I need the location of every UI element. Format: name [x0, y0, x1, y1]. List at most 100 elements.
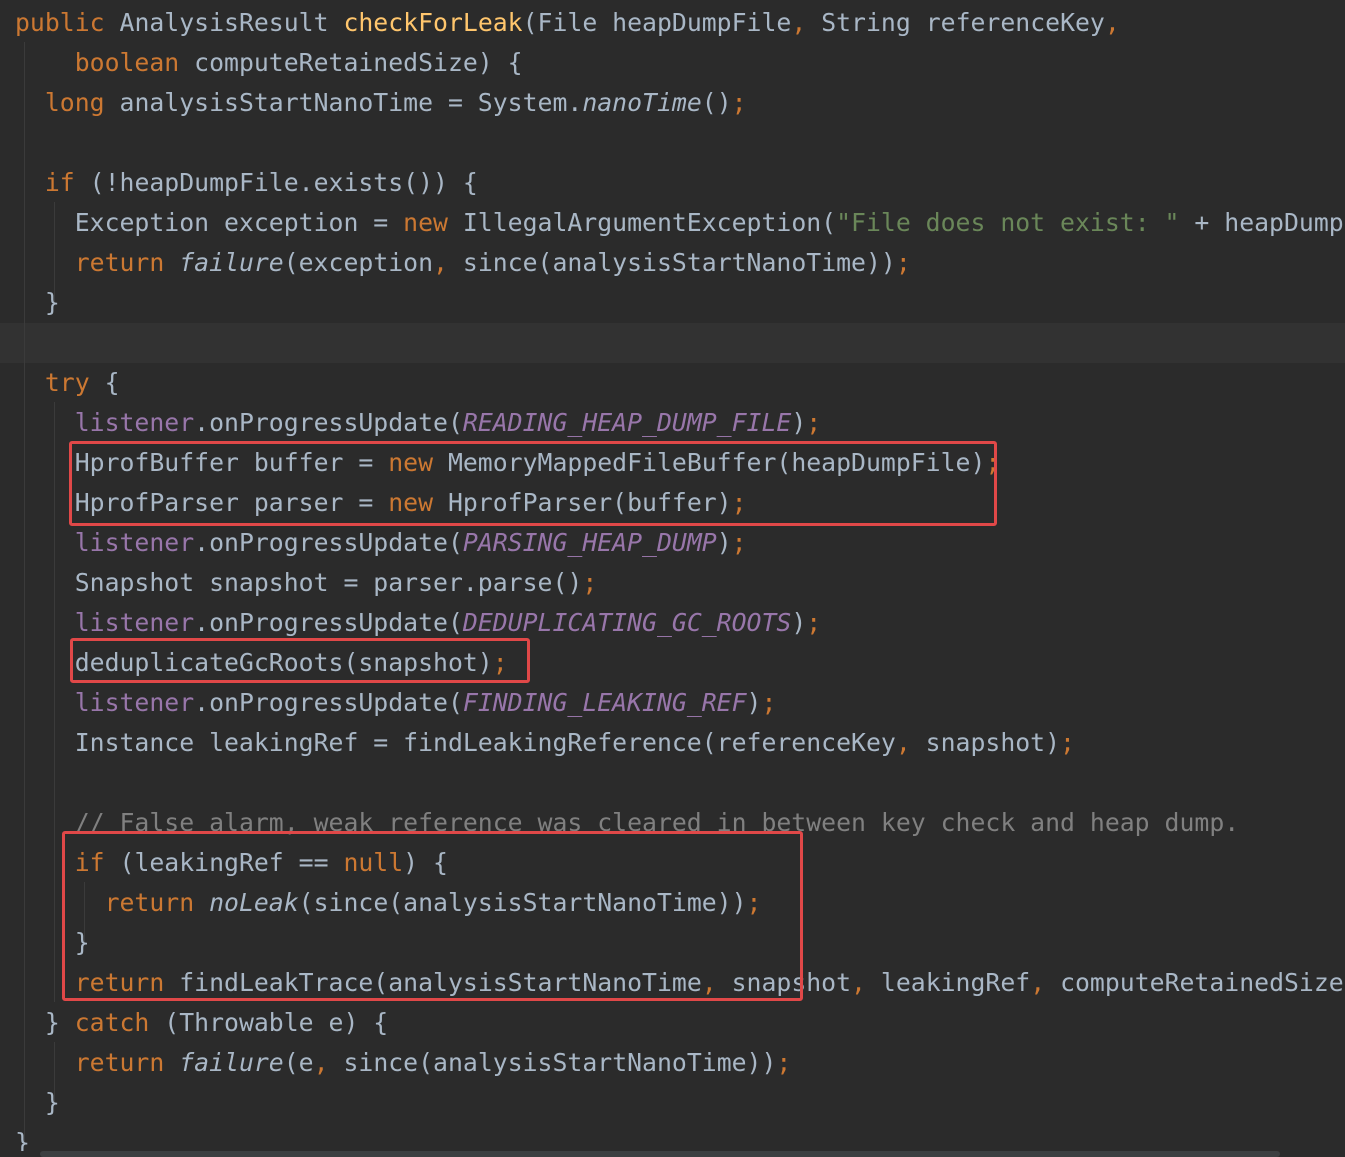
code-line[interactable]: listener.onProgressUpdate(READING_HEAP_D…: [0, 403, 1345, 443]
keyword-token: public: [15, 8, 120, 37]
field-token: listener: [74, 688, 195, 717]
code-text: (): [701, 88, 732, 117]
keyword-token: new: [403, 208, 463, 237]
code-text: leakingRef: [880, 968, 1031, 997]
string-literal-token: "File does not exist: ": [836, 208, 1195, 237]
indent-guide: [54, 202, 55, 302]
code-line[interactable]: listener.onProgressUpdate(FINDING_LEAKIN…: [0, 683, 1345, 723]
keyword-token: ;: [746, 888, 762, 917]
code-text: computeRetainedSize) {: [194, 48, 523, 77]
code-line[interactable]: }: [0, 283, 1345, 323]
keyword-token: ;: [985, 448, 1001, 477]
code-line[interactable]: Exception exception = new IllegalArgumen…: [0, 203, 1345, 243]
keyword-token: return: [104, 888, 210, 917]
code-text: analysisStartNanoTime = System.: [119, 88, 583, 117]
static-call-token: nanoTime: [582, 88, 702, 117]
code-line[interactable]: return noLeak(since(analysisStartNanoTim…: [0, 883, 1345, 923]
code-text: since(analysisStartNanoTime)): [343, 1048, 777, 1077]
indent-guide: [54, 402, 55, 1002]
code-line[interactable]: deduplicateGcRoots(snapshot);: [0, 643, 1345, 683]
code-text: deduplicateGcRoots(snapshot): [15, 648, 493, 677]
scrollbar-thumb[interactable]: [40, 1151, 1280, 1157]
code-line[interactable]: public AnalysisResult checkForLeak(File …: [0, 3, 1345, 43]
keyword-token: ;: [582, 568, 598, 597]
code-line[interactable]: try {: [0, 363, 1345, 403]
code-line[interactable]: listener.onProgressUpdate(PARSING_HEAP_D…: [0, 523, 1345, 563]
keyword-token: ;: [731, 488, 747, 517]
code-line[interactable]: return failure(exception, since(analysis…: [0, 243, 1345, 283]
code-text: (File heapDumpFile: [522, 8, 792, 37]
code-text: Snapshot snapshot = parser.parse(): [15, 568, 583, 597]
code-text: since(analysisStartNanoTime)): [462, 248, 896, 277]
code-text: (since(analysisStartNanoTime)): [298, 888, 747, 917]
keyword-token: ,: [791, 8, 822, 37]
code-line[interactable]: }: [0, 1083, 1345, 1123]
indent-guide: [84, 882, 85, 942]
code-text: ): [746, 688, 762, 717]
keyword-token: ,: [701, 968, 732, 997]
keyword-token: ;: [761, 688, 777, 717]
code-line[interactable]: long analysisStartNanoTime = System.nano…: [0, 83, 1345, 123]
horizontal-scrollbar[interactable]: [0, 1151, 1345, 1157]
code-line[interactable]: HprofParser parser = new HprofParser(buf…: [0, 483, 1345, 523]
comment-token: // False alarm, weak reference was clear…: [74, 808, 1240, 837]
keyword-token: ;: [1060, 728, 1075, 757]
constant-token: PARSING_HEAP_DUMP: [462, 528, 717, 557]
code-line[interactable]: // False alarm, weak reference was clear…: [0, 803, 1345, 843]
code-text: {: [104, 368, 120, 397]
code-text: ): [791, 408, 807, 437]
keyword-token: return: [74, 1048, 180, 1077]
code-text: .onProgressUpdate(: [194, 608, 463, 637]
code-text: HprofBuffer buffer =: [15, 448, 389, 477]
code-text: }: [15, 928, 90, 957]
code-text: (exception: [283, 248, 434, 277]
keyword-token: null: [343, 848, 404, 877]
keyword-token: ;: [895, 248, 911, 277]
code-line[interactable]: boolean computeRetainedSize) {: [0, 43, 1345, 83]
keyword-token: new: [388, 488, 448, 517]
keyword-token: long: [44, 88, 120, 117]
keyword-token: ,: [851, 968, 881, 997]
keyword-token: ,: [895, 728, 926, 757]
code-line[interactable]: } catch (Throwable e) {: [0, 1003, 1345, 1043]
code-line[interactable]: Instance leakingRef = findLeakingReferen…: [0, 723, 1345, 763]
code-line[interactable]: listener.onProgressUpdate(DEDUPLICATING_…: [0, 603, 1345, 643]
code-text: .onProgressUpdate(: [194, 688, 463, 717]
code-line[interactable]: [0, 323, 1345, 363]
static-call-token: noLeak: [209, 888, 299, 917]
keyword-token: ,: [1030, 968, 1061, 997]
code-line[interactable]: [0, 123, 1345, 163]
code-line[interactable]: return failure(e, since(analysisStartNan…: [0, 1043, 1345, 1083]
code-text: snapshot: [731, 968, 852, 997]
code-line[interactable]: Snapshot snapshot = parser.parse();: [0, 563, 1345, 603]
code-text: AnalysisResult: [119, 8, 344, 37]
code-text: (e: [283, 1048, 314, 1077]
code-text: (Throwable e) {: [164, 1008, 389, 1037]
keyword-token: ;: [776, 1048, 792, 1077]
code-line[interactable]: if (leakingRef == null) {: [0, 843, 1345, 883]
code-line[interactable]: return findLeakTrace(analysisStartNanoTi…: [0, 963, 1345, 1003]
field-token: listener: [74, 608, 195, 637]
keyword-token: ,: [1104, 8, 1120, 37]
code-text: ): [791, 608, 807, 637]
code-text: snapshot): [925, 728, 1061, 757]
code-text: Exception exception =: [15, 208, 404, 237]
code-line[interactable]: HprofBuffer buffer = new MemoryMappedFil…: [0, 443, 1345, 483]
code-text: MemoryMappedFileBuffer(heapDumpFile): [447, 448, 986, 477]
code-line[interactable]: if (!heapDumpFile.exists()) {: [0, 163, 1345, 203]
code-text: Instance leakingRef = findLeakingReferen…: [15, 728, 896, 757]
constant-token: READING_HEAP_DUMP_FILE: [462, 408, 792, 437]
code-editor[interactable]: public AnalysisResult checkForLeak(File …: [0, 0, 1345, 1157]
static-call-token: failure: [179, 248, 284, 277]
code-line[interactable]: }: [0, 923, 1345, 963]
indent-guide: [24, 42, 25, 1142]
code-line[interactable]: [0, 763, 1345, 803]
field-token: listener: [74, 528, 195, 557]
keyword-token: return: [74, 248, 180, 277]
keyword-token: ;: [806, 608, 822, 637]
code-text: (!heapDumpFile.exists()) {: [89, 168, 478, 197]
